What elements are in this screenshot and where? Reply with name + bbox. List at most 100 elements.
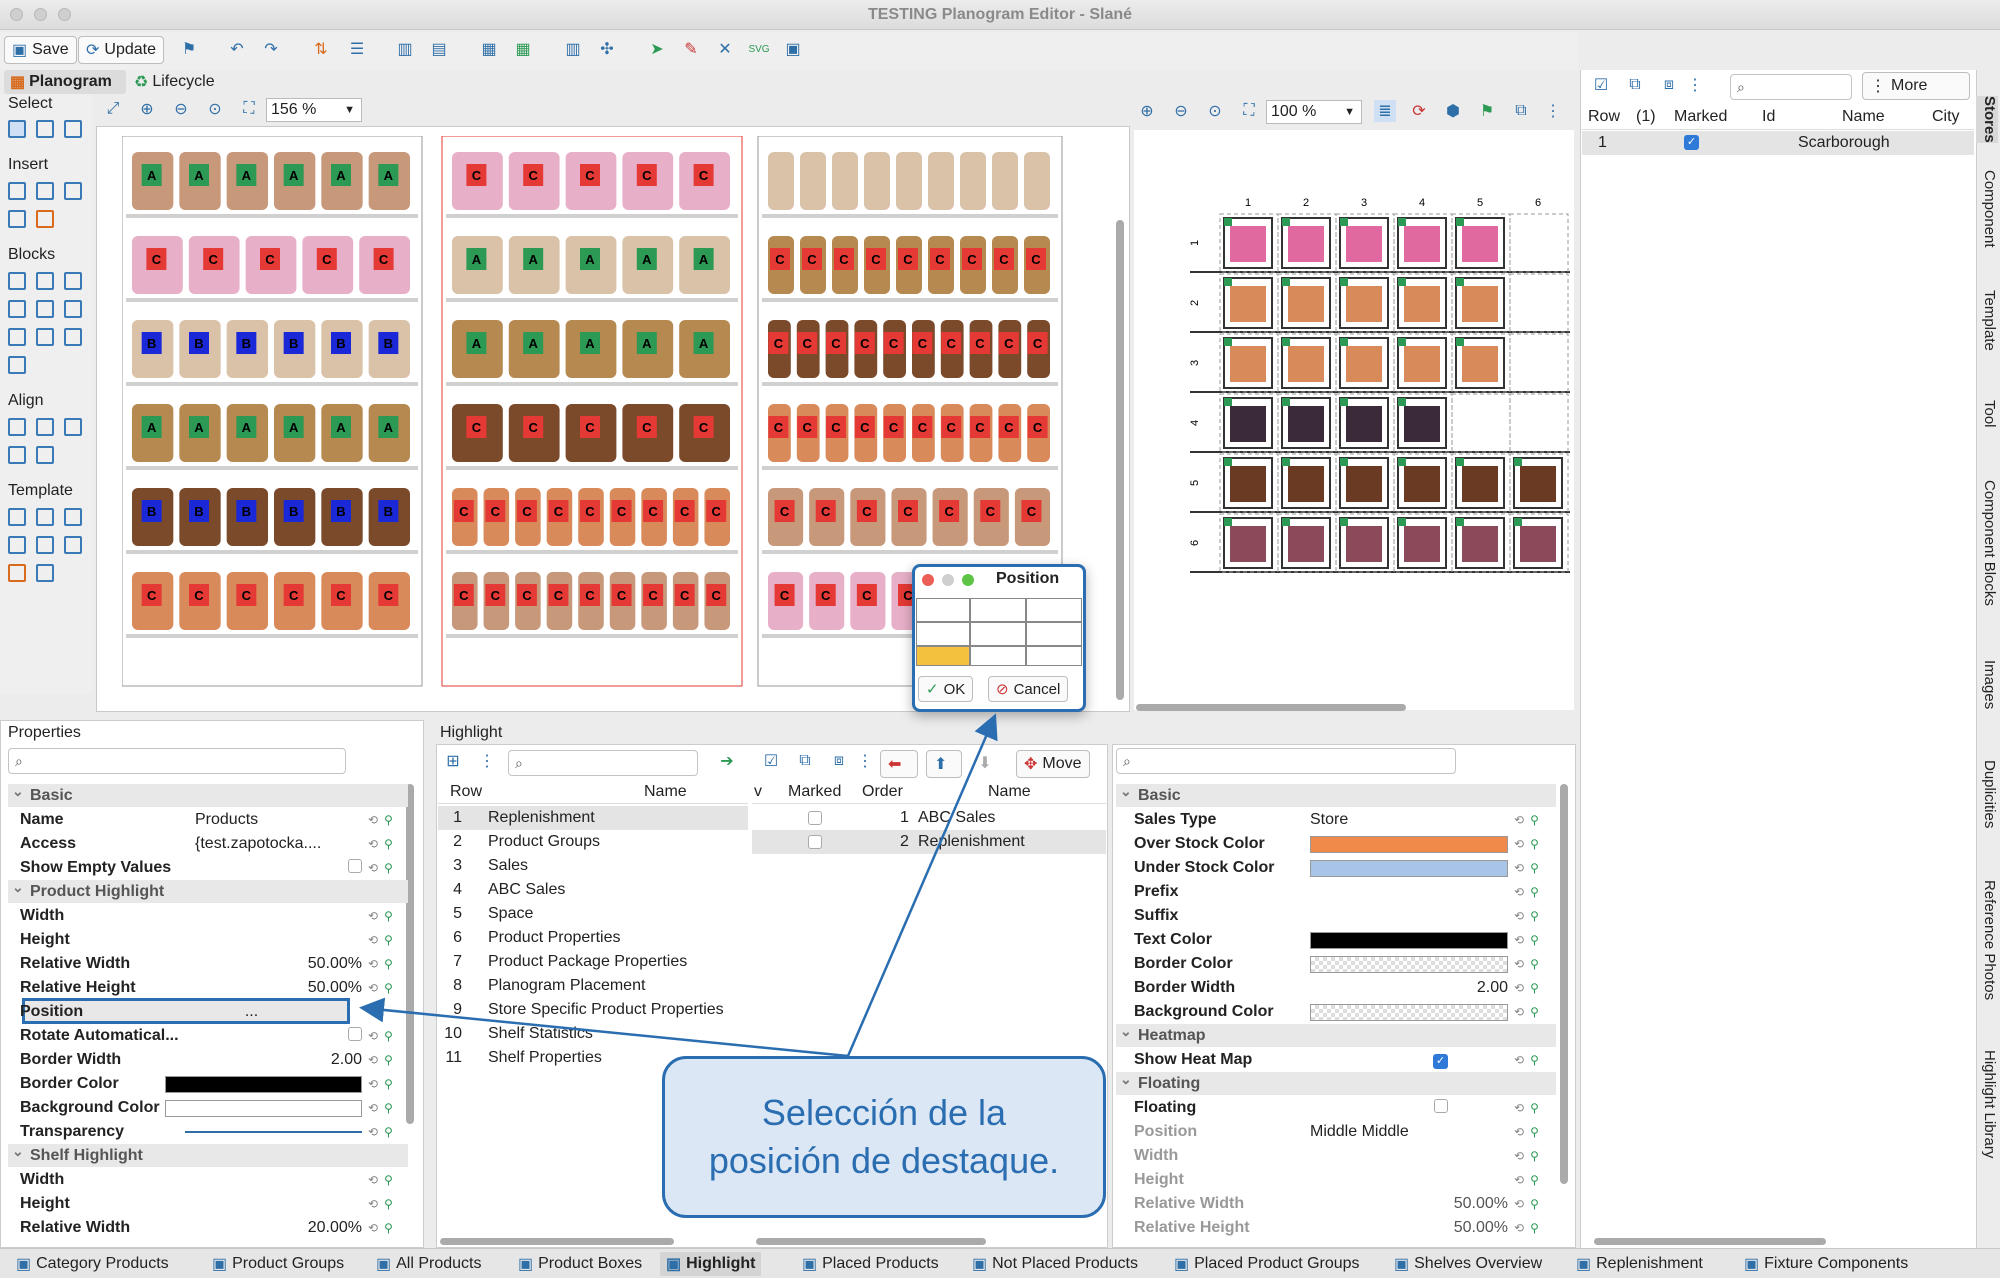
col-marked[interactable]: Marked <box>788 783 841 801</box>
layout-alt-icon[interactable]: ▦ <box>512 38 534 60</box>
selected-scrollbar[interactable] <box>756 1238 986 1245</box>
block-f-icon[interactable] <box>64 300 82 318</box>
zoom-select-left[interactable]: 156 % ▼ <box>266 98 362 122</box>
multi-select-icon[interactable] <box>36 120 54 138</box>
section-basic[interactable]: Basic <box>8 780 408 807</box>
ok-button[interactable]: ✓ OK <box>918 676 974 702</box>
excel-icon[interactable]: ✕ <box>714 38 736 60</box>
zoom-reset-icon-right[interactable]: ⊙ <box>1204 100 1226 122</box>
stores-scrollbar[interactable] <box>1594 1238 1826 1245</box>
tab-placed-products[interactable]: ▣ Placed Products <box>796 1252 945 1276</box>
update-button[interactable]: ⟳ Update <box>78 36 164 64</box>
more-vertical-icon-sel[interactable]: ⋮ <box>854 750 876 772</box>
side-tab-template[interactable]: Template <box>1976 290 1998 351</box>
border_color-swatch[interactable] <box>1310 955 1508 973</box>
tab-category-products[interactable]: ▣ Category Products <box>10 1252 175 1276</box>
layout-icon[interactable]: ▦ <box>478 38 500 60</box>
properties-search-input[interactable]: ⌕ <box>8 748 346 774</box>
col-city[interactable]: City <box>1932 108 1960 126</box>
block-h-icon[interactable] <box>36 328 54 346</box>
pos-top-middle[interactable] <box>970 598 1026 622</box>
dialog-minimize-icon[interactable] <box>942 574 954 586</box>
paste-icon-sel[interactable]: ⧈ <box>828 750 850 772</box>
pos-bottom-left[interactable] <box>916 646 970 666</box>
list-icon[interactable]: ☰ <box>346 38 368 60</box>
zoom-fit-icon-right[interactable]: ⛶ <box>1238 100 1260 122</box>
minimize-window-button[interactable] <box>34 8 47 21</box>
list-item[interactable]: 4 ABC Sales <box>438 878 748 902</box>
text_color-swatch[interactable] <box>1310 931 1508 949</box>
col-row[interactable]: Row <box>1588 108 1620 126</box>
undo-icon[interactable]: ↶ <box>226 38 248 60</box>
template-a-icon[interactable] <box>8 508 26 526</box>
side-tab-component[interactable]: Component <box>1976 170 1998 248</box>
block-e-icon[interactable] <box>36 300 54 318</box>
list-item[interactable]: 1 Replenishment <box>438 806 748 830</box>
side-tab-component-blocks[interactable]: Component Blocks <box>1976 480 1998 606</box>
close-window-button[interactable] <box>10 8 23 21</box>
col-marked[interactable]: Marked <box>1674 108 1727 126</box>
insert-text-icon[interactable] <box>36 210 54 228</box>
block-j-icon[interactable] <box>8 356 26 374</box>
side-tab-images[interactable]: Images <box>1976 660 1998 709</box>
section-floating_sec[interactable]: Floating <box>1116 1068 1556 1095</box>
template-h-icon[interactable] <box>36 564 54 582</box>
side-tab-stores[interactable]: Stores <box>1976 96 1998 143</box>
rows-icon[interactable]: ▤ <box>428 38 450 60</box>
dialog-zoom-icon[interactable] <box>962 574 974 586</box>
col-name[interactable]: Name <box>1842 108 1885 126</box>
image-export-icon[interactable]: ▣ <box>782 38 804 60</box>
side-tab-duplicities[interactable]: Duplicities <box>1976 760 1998 828</box>
col-count[interactable]: (1) <box>1636 108 1656 126</box>
pos-top-right[interactable] <box>1026 598 1082 622</box>
more-vertical-icon-stores[interactable]: ⋮ <box>1684 74 1706 96</box>
side-tab-tool[interactable]: Tool <box>1976 400 1998 428</box>
sort-icon[interactable]: ⇅ <box>310 38 332 60</box>
more-button[interactable]: ⋮ More <box>1862 72 1970 100</box>
pos-middle-right[interactable] <box>1026 622 1082 646</box>
block-g-icon[interactable] <box>8 328 26 346</box>
pin-icon[interactable]: ➤ <box>646 38 668 60</box>
show-heat-checkbox[interactable]: ✓ <box>1433 1054 1448 1069</box>
section-heatmap[interactable]: Heatmap <box>1116 1020 1556 1047</box>
table-row[interactable]: 1 ✓ Scarborough <box>1582 131 1974 155</box>
network-icon[interactable]: ✣ <box>596 38 618 60</box>
pos-bottom-middle[interactable] <box>970 646 1026 666</box>
tab-lifecycle[interactable]: ♻ Lifecycle <box>134 70 215 94</box>
list-item[interactable]: 6 Product Properties <box>438 926 748 950</box>
shelf-icon[interactable]: ▥ <box>562 38 584 60</box>
bg-color-swatch[interactable] <box>165 1099 362 1117</box>
insert-rect-icon[interactable] <box>64 182 82 200</box>
check-all-icon-sel[interactable]: ☑ <box>760 750 782 772</box>
bg_color-swatch[interactable] <box>1310 1003 1508 1021</box>
under-color-swatch[interactable] <box>1310 859 1508 877</box>
highlight-scrollbar[interactable] <box>440 1238 674 1245</box>
list-item[interactable]: 2 Product Groups <box>438 830 748 854</box>
zoom-window-button[interactable] <box>58 8 71 21</box>
block-d-icon[interactable] <box>8 300 26 318</box>
tab-product-boxes[interactable]: ▣ Product Boxes <box>512 1252 648 1276</box>
col-id[interactable]: Id <box>1762 108 1775 126</box>
over-color-swatch[interactable] <box>1310 835 1508 853</box>
redo-icon[interactable]: ↷ <box>260 38 282 60</box>
save-button[interactable]: ▣ Save <box>4 36 77 64</box>
col-name[interactable]: Name <box>644 783 687 801</box>
flag-icon[interactable]: ⚑ <box>1476 100 1498 122</box>
insert-peg-icon[interactable] <box>36 182 54 200</box>
paste-icon[interactable]: ⧈ <box>1658 74 1680 96</box>
zoom-out-icon-right[interactable]: ⊖ <box>1170 100 1192 122</box>
tab-all-products[interactable]: ▣ All Products <box>370 1252 488 1276</box>
zoom-reset-icon[interactable]: ⊙ <box>204 98 226 120</box>
list-item[interactable]: 8 Planogram Placement <box>438 974 748 998</box>
marked-checkbox[interactable] <box>808 835 822 849</box>
columns-icon[interactable]: ▥ <box>394 38 416 60</box>
pos-top-left[interactable] <box>916 598 970 622</box>
tree-icon[interactable]: ≣ <box>1374 100 1396 122</box>
block-c-icon[interactable] <box>64 272 82 290</box>
block-b-icon[interactable] <box>36 272 54 290</box>
zoom-fit-icon[interactable]: ⛶ <box>238 98 260 120</box>
zoom-out-icon[interactable]: ⊖ <box>170 98 192 120</box>
cancel-button[interactable]: ⊘ Cancel <box>988 676 1069 702</box>
cube-icon[interactable]: ⬢ <box>1442 100 1464 122</box>
more-vertical-icon-highlight[interactable]: ⋮ <box>476 750 498 772</box>
